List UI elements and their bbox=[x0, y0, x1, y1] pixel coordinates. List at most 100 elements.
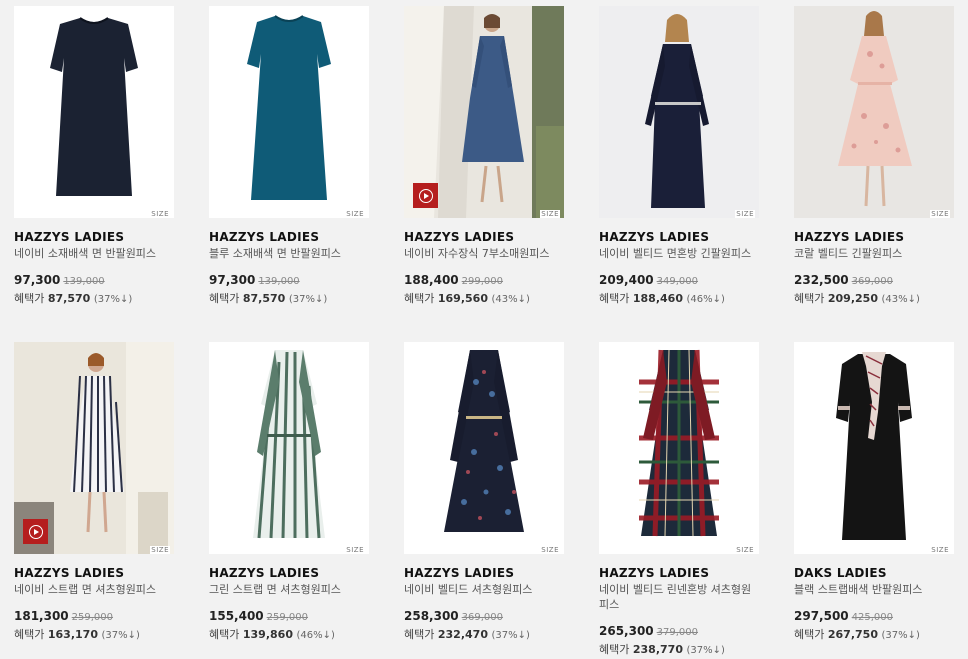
price-row: 188,400 299,000 bbox=[404, 272, 564, 289]
original-price: 139,000 bbox=[258, 276, 300, 287]
product-card[interactable]: SIZE HAZZYS LADIES 네이비 자수장식 7부소매원피스 188,… bbox=[404, 6, 564, 308]
product-brand[interactable]: DAKS LADIES bbox=[794, 566, 954, 580]
product-name[interactable]: 네이비 스트랩 면 셔츠형원피스 bbox=[14, 582, 174, 597]
original-price: 259,000 bbox=[266, 612, 309, 623]
size-tag[interactable]: SIZE bbox=[150, 210, 170, 218]
benefit-price: 267,750 bbox=[827, 628, 878, 641]
benefit-row: 혜택가 87,570 (37%↓) bbox=[14, 291, 174, 308]
model-navy-shirt-dress-photo bbox=[599, 6, 759, 218]
price-row: 97,300 139,000 bbox=[14, 272, 174, 289]
discount-rate: (37%↓) bbox=[686, 645, 725, 656]
product-grid: SIZE HAZZYS LADIES 네이비 소재배색 면 반팔원피스 97,3… bbox=[0, 0, 968, 659]
size-tag[interactable]: SIZE bbox=[930, 210, 950, 218]
product-image[interactable]: SIZE bbox=[209, 6, 369, 218]
price-row: 209,400 349,000 bbox=[599, 272, 759, 289]
product-name[interactable]: 그린 스트랩 면 셔츠형원피스 bbox=[209, 582, 369, 597]
benefit-label: 혜택가 bbox=[599, 292, 630, 305]
sale-price: 297,500 bbox=[794, 609, 849, 623]
product-card[interactable]: SIZE HAZZYS LADIES 네이비 벨티드 셔츠형원피스 258,30… bbox=[404, 342, 564, 644]
original-price: 299,000 bbox=[461, 276, 504, 287]
product-name[interactable]: 네이비 자수장식 7부소매원피스 bbox=[404, 246, 564, 261]
product-name[interactable]: 블루 소재배색 면 반팔원피스 bbox=[209, 246, 369, 261]
benefit-label: 혜택가 bbox=[404, 292, 435, 305]
product-brand[interactable]: HAZZYS LADIES bbox=[404, 230, 564, 244]
size-tag[interactable]: SIZE bbox=[345, 210, 365, 218]
size-tag[interactable]: SIZE bbox=[345, 546, 365, 554]
video-play-button[interactable] bbox=[413, 183, 438, 208]
product-name[interactable]: 네이비 벨티드 셔츠형원피스 bbox=[404, 582, 564, 597]
benefit-row: 혜택가 139,860 (46%↓) bbox=[209, 627, 369, 644]
product-image[interactable]: SIZE bbox=[404, 6, 564, 218]
product-brand[interactable]: HAZZYS LADIES bbox=[404, 566, 564, 580]
video-play-button[interactable] bbox=[23, 519, 48, 544]
product-name[interactable]: 코랄 벨티드 긴팔원피스 bbox=[794, 246, 954, 261]
sale-price: 209,400 bbox=[599, 273, 654, 287]
product-brand[interactable]: HAZZYS LADIES bbox=[14, 230, 174, 244]
benefit-row: 혜택가 188,460 (46%↓) bbox=[599, 291, 759, 308]
product-brand[interactable]: HAZZYS LADIES bbox=[599, 566, 759, 580]
benefit-price: 87,570 bbox=[242, 292, 286, 305]
product-card[interactable]: SIZE HAZZYS LADIES 코랄 벨티드 긴팔원피스 232,500 3… bbox=[794, 6, 954, 308]
discount-rate: (37%↓) bbox=[101, 630, 140, 641]
product-image[interactable]: SIZE bbox=[599, 342, 759, 554]
product-image[interactable]: SIZE bbox=[14, 6, 174, 218]
size-tag[interactable]: SIZE bbox=[930, 546, 950, 554]
product-card[interactable]: SIZE DAKS LADIES 블랙 스트랩배색 반팔원피스 297,500 4… bbox=[794, 342, 954, 644]
size-tag[interactable]: SIZE bbox=[735, 546, 755, 554]
benefit-row: 혜택가 169,560 (43%↓) bbox=[404, 291, 564, 308]
product-brand[interactable]: HAZZYS LADIES bbox=[599, 230, 759, 244]
original-price: 259,000 bbox=[71, 612, 114, 623]
product-brand[interactable]: HAZZYS LADIES bbox=[794, 230, 954, 244]
size-tag[interactable]: SIZE bbox=[540, 546, 560, 554]
benefit-row: 혜택가 163,170 (37%↓) bbox=[14, 627, 174, 644]
benefit-price: 232,470 bbox=[437, 628, 488, 641]
discount-rate: (37%↓) bbox=[881, 630, 920, 641]
product-image[interactable]: SIZE bbox=[404, 342, 564, 554]
benefit-row: 혜택가 209,250 (43%↓) bbox=[794, 291, 954, 308]
sale-price: 265,300 bbox=[599, 624, 654, 638]
benefit-price: 188,460 bbox=[632, 292, 683, 305]
benefit-price: 163,170 bbox=[47, 628, 98, 641]
size-tag[interactable]: SIZE bbox=[540, 210, 560, 218]
size-tag[interactable]: SIZE bbox=[735, 210, 755, 218]
product-name[interactable]: 블랙 스트랩배색 반팔원피스 bbox=[794, 582, 954, 597]
size-tag[interactable]: SIZE bbox=[150, 546, 170, 554]
sale-price: 258,300 bbox=[404, 609, 459, 623]
product-name[interactable]: 네이비 소재배색 면 반팔원피스 bbox=[14, 246, 174, 261]
original-price: 369,000 bbox=[851, 276, 894, 287]
product-brand[interactable]: HAZZYS LADIES bbox=[209, 230, 369, 244]
product-card[interactable]: SIZE HAZZYS LADIES 그린 스트랩 면 셔츠형원피스 155,4… bbox=[209, 342, 369, 644]
product-card[interactable]: SIZE HAZZYS LADIES 네이비 벨티드 린넨혼방 셔츠형원피스 2… bbox=[599, 342, 759, 659]
sale-price: 155,400 bbox=[209, 609, 264, 623]
navy-dress-illustration bbox=[14, 6, 174, 218]
product-image[interactable]: SIZE bbox=[599, 6, 759, 218]
discount-rate: (46%↓) bbox=[686, 294, 725, 305]
product-image[interactable]: SIZE bbox=[209, 342, 369, 554]
product-name[interactable]: 네이비 벨티드 면혼방 긴팔원피스 bbox=[599, 246, 759, 261]
black-dress-scarf-illustration bbox=[794, 342, 954, 554]
price-row: 155,400 259,000 bbox=[209, 608, 369, 625]
product-card[interactable]: SIZE HAZZYS LADIES 블루 소재배색 면 반팔원피스 97,30… bbox=[209, 6, 369, 308]
price-row: 297,500 425,000 bbox=[794, 608, 954, 625]
product-card[interactable]: SIZE HAZZYS LADIES 네이비 소재배색 면 반팔원피스 97,3… bbox=[14, 6, 174, 308]
product-image[interactable]: SIZE bbox=[794, 6, 954, 218]
price-row: 258,300 369,000 bbox=[404, 608, 564, 625]
product-image[interactable]: SIZE bbox=[14, 342, 174, 554]
product-name[interactable]: 네이비 벨티드 린넨혼방 셔츠형원피스 bbox=[599, 582, 759, 612]
benefit-price: 139,860 bbox=[242, 628, 293, 641]
sale-price: 181,300 bbox=[14, 609, 69, 623]
benefit-price: 238,770 bbox=[632, 643, 683, 656]
product-card[interactable]: SIZE HAZZYS LADIES 네이비 벨티드 면혼방 긴팔원피스 209… bbox=[599, 6, 759, 308]
product-brand[interactable]: HAZZYS LADIES bbox=[14, 566, 174, 580]
original-price: 369,000 bbox=[461, 612, 504, 623]
discount-rate: (43%↓) bbox=[491, 294, 530, 305]
price-row: 232,500 369,000 bbox=[794, 272, 954, 289]
discount-rate: (37%↓) bbox=[491, 630, 530, 641]
product-card[interactable]: SIZE HAZZYS LADIES 네이비 스트랩 면 셔츠형원피스 181,… bbox=[14, 342, 174, 644]
discount-rate: (37%↓) bbox=[93, 294, 133, 305]
price-row: 181,300 259,000 bbox=[14, 608, 174, 625]
benefit-label: 혜택가 bbox=[599, 643, 630, 656]
product-image[interactable]: SIZE bbox=[794, 342, 954, 554]
model-floral-dress-photo bbox=[794, 6, 954, 218]
product-brand[interactable]: HAZZYS LADIES bbox=[209, 566, 369, 580]
